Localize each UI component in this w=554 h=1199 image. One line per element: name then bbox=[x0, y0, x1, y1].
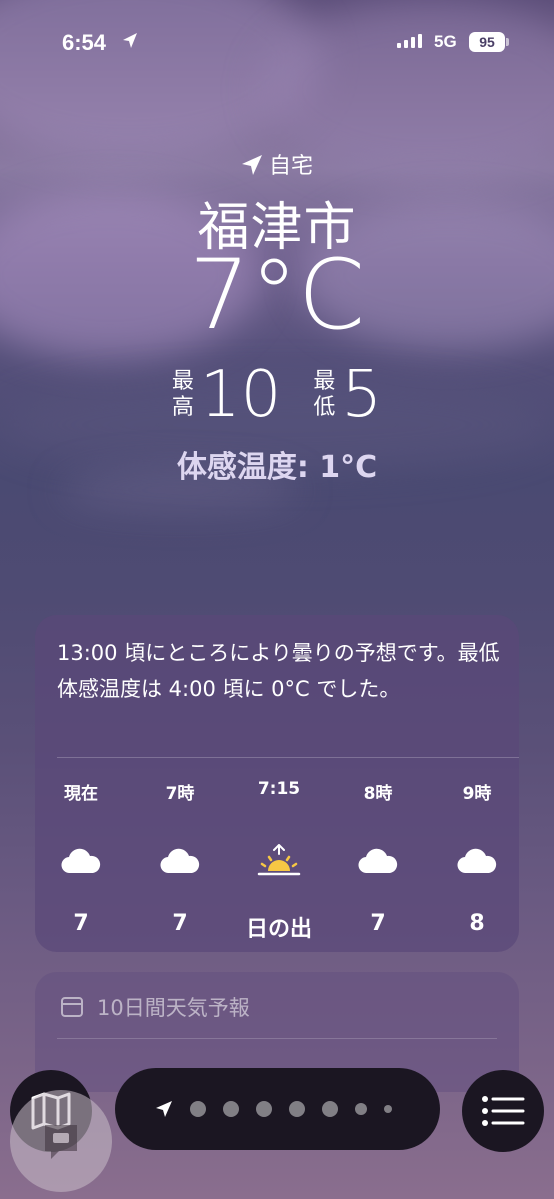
page-dot[interactable] bbox=[190, 1101, 206, 1117]
page-dot[interactable] bbox=[256, 1101, 272, 1117]
network-type: 5G bbox=[434, 32, 457, 51]
home-location-row: 自宅 bbox=[0, 148, 554, 180]
hour-item: 9時 8 bbox=[435, 779, 519, 943]
hour-label: 7時 bbox=[165, 784, 195, 804]
cloud-icon bbox=[59, 841, 103, 881]
page-indicator[interactable] bbox=[115, 1068, 440, 1150]
cloud-icon bbox=[158, 841, 202, 881]
location-arrow-icon bbox=[241, 155, 262, 175]
high-low-row: 最高 10 最低 5 bbox=[0, 360, 554, 430]
divider bbox=[57, 1038, 497, 1039]
hour-item: 現在 7 bbox=[39, 779, 123, 943]
signal-icon bbox=[397, 34, 422, 48]
hour-label: 9時 bbox=[462, 784, 492, 804]
hour-temp: 7 bbox=[370, 911, 386, 936]
location-arrow-icon bbox=[123, 33, 137, 48]
hour-temp: 8 bbox=[469, 911, 485, 936]
divider bbox=[57, 757, 519, 758]
calendar-icon bbox=[61, 997, 83, 1017]
hour-label: 現在 bbox=[64, 784, 98, 804]
page-dot[interactable] bbox=[355, 1103, 367, 1115]
cloud-icon bbox=[356, 841, 400, 881]
feels-like: 体感温度: 1°C bbox=[176, 450, 378, 485]
hour-item: 7:15 日の出 bbox=[237, 779, 321, 943]
ten-day-title: 10日間天気予報 bbox=[97, 996, 250, 1020]
hour-temp: 7 bbox=[73, 911, 89, 936]
hour-label: 8時 bbox=[363, 784, 393, 804]
battery-tip bbox=[506, 38, 509, 46]
status-time: 6:54 bbox=[62, 30, 107, 55]
battery-icon: 95 bbox=[469, 32, 505, 52]
location-list-button[interactable] bbox=[462, 1070, 544, 1152]
assistive-touch-button[interactable] bbox=[10, 1090, 112, 1192]
high-temperature: 10 bbox=[199, 358, 282, 432]
list-icon bbox=[482, 1096, 525, 1126]
hour-temp: 日の出 bbox=[245, 917, 312, 942]
low-label: 最低 bbox=[313, 369, 336, 420]
hourly-list: 現在 7 7時 7 7:15 日の出 8時 7 9時 8 bbox=[35, 779, 519, 943]
home-label: 自宅 bbox=[268, 154, 313, 179]
cloud-icon bbox=[455, 841, 499, 881]
page-dot[interactable] bbox=[223, 1101, 239, 1117]
sunrise-icon bbox=[257, 841, 301, 881]
page-dot[interactable] bbox=[289, 1101, 305, 1117]
low-temperature: 5 bbox=[341, 358, 383, 432]
hourly-forecast-card[interactable]: 13:00 頃にところにより曇りの予想です。最低体感温度は 4:00 頃に 0°… bbox=[35, 615, 519, 952]
hour-item: 8時 7 bbox=[336, 779, 420, 943]
current-temperature: 7°C bbox=[188, 239, 366, 351]
page-dot[interactable] bbox=[384, 1105, 392, 1113]
chat-bubble-icon bbox=[45, 1125, 77, 1159]
ten-day-header: 10日間天気予報 bbox=[61, 992, 250, 1022]
page-dot[interactable] bbox=[322, 1101, 338, 1117]
high-label: 最高 bbox=[171, 369, 194, 420]
location-arrow-icon bbox=[156, 1101, 172, 1117]
hour-label: 7:15 bbox=[257, 779, 301, 799]
status-bar: 6:54 5G 95 bbox=[0, 0, 554, 80]
hour-temp: 7 bbox=[172, 911, 188, 936]
hour-item: 7時 7 bbox=[138, 779, 222, 943]
forecast-summary: 13:00 頃にところにより曇りの予想です。最低体感温度は 4:00 頃に 0°… bbox=[57, 641, 500, 701]
